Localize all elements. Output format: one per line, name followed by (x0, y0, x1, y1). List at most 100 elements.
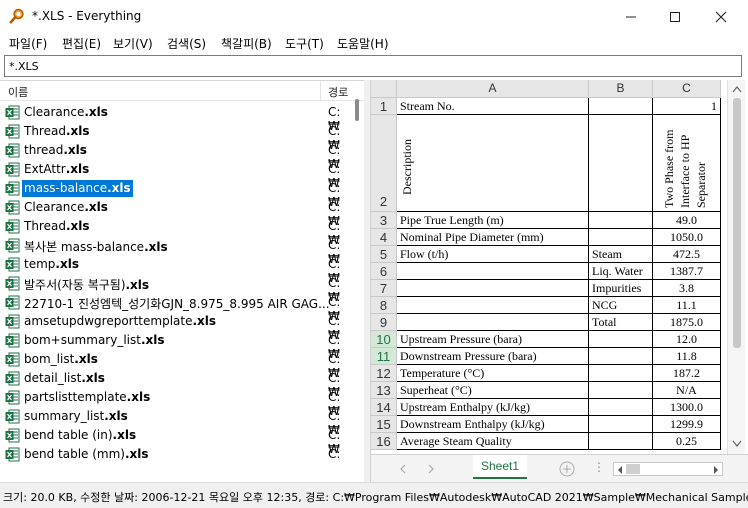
row-header[interactable]: 12 (371, 365, 397, 382)
maximize-button[interactable] (652, 0, 698, 33)
scroll-right-icon[interactable] (712, 465, 720, 475)
sheet-cell[interactable]: 472.5 (653, 246, 721, 263)
menu-tools[interactable]: 도구(T) (285, 35, 324, 52)
column-name-header[interactable]: 이름 (8, 84, 28, 100)
sheet-cell[interactable]: 187.2 (653, 365, 721, 382)
row-header[interactable]: 3 (371, 212, 397, 229)
list-item[interactable]: summary_list.xls C:₩ (0, 407, 352, 437)
sheet-cell[interactable]: Total (589, 314, 653, 331)
row-header[interactable]: 9 (371, 314, 397, 331)
sheet-cell[interactable] (589, 433, 653, 450)
row-header[interactable]: 8 (371, 297, 397, 314)
sheet-cell[interactable]: 1875.0 (653, 314, 721, 331)
sheet-cell[interactable]: 1300.0 (653, 399, 721, 416)
sheet-cell[interactable]: Downstream Enthalpy (kJ/kg) (397, 416, 589, 433)
menu-search[interactable]: 검색(S) (167, 35, 206, 52)
list-item[interactable]: temp.xls C:₩ (0, 255, 352, 285)
sheet-cell[interactable] (589, 331, 653, 348)
row-header[interactable]: 5 (371, 246, 397, 263)
sheet-cell[interactable]: 12.0 (653, 331, 721, 348)
sheet-cell[interactable] (589, 98, 653, 115)
vertical-scrollbar-thumb[interactable] (355, 99, 359, 121)
select-all-corner[interactable] (371, 80, 397, 98)
sheet-cell[interactable]: Nominal Pipe Diameter (mm) (397, 229, 589, 246)
sheet-cell[interactable]: N/A (653, 382, 721, 399)
sheet-cell[interactable]: Upstream Pressure (bara) (397, 331, 589, 348)
row-header[interactable]: 16 (371, 433, 397, 450)
list-item[interactable]: Thread.xls C:₩ (0, 122, 352, 152)
sheet-cell[interactable] (397, 263, 589, 280)
sheet-cell[interactable]: Two Phase from Interface to HP Separator (653, 115, 721, 212)
sheet-cell[interactable] (589, 416, 653, 433)
column-header-c[interactable]: C (653, 80, 721, 98)
sheet-cell[interactable]: Pipe True Length (m) (397, 212, 589, 229)
list-item[interactable]: 22710-1 진성엠텍_성기화GJN_8.975_8.995 AIR GAG.… (0, 293, 352, 323)
row-header[interactable]: 15 (371, 416, 397, 433)
tab-prev-icon[interactable] (399, 464, 407, 474)
sheet-cell[interactable]: Liq. Water (589, 263, 653, 280)
sheet-cell[interactable]: Impurities (589, 280, 653, 297)
sheet-cell[interactable] (589, 212, 653, 229)
row-header[interactable]: 11 (371, 348, 397, 365)
close-button[interactable] (698, 0, 744, 33)
row-header[interactable]: 2 (371, 115, 397, 212)
sheet-cell[interactable]: 11.1 (653, 297, 721, 314)
menu-bookmarks[interactable]: 책갈피(B) (221, 35, 272, 52)
row-header[interactable]: 7 (371, 280, 397, 297)
list-item[interactable]: ExtAttr.xls C:₩ (0, 160, 352, 190)
sheet-cell[interactable]: Average Steam Quality (397, 433, 589, 450)
column-header-a[interactable]: A (397, 80, 589, 98)
list-item[interactable]: 발주서(자동 복구됨).xls C:₩ (0, 274, 352, 304)
list-item[interactable]: bend table (mm).xls C:₩ (0, 445, 352, 462)
sheet-cell[interactable] (589, 365, 653, 382)
sheet-cell[interactable] (397, 297, 589, 314)
sheet-cell[interactable] (589, 348, 653, 365)
sheet-cell[interactable]: 1050.0 (653, 229, 721, 246)
sheet-cell[interactable]: 3.8 (653, 280, 721, 297)
row-header[interactable]: 6 (371, 263, 397, 280)
scroll-down-icon[interactable] (732, 440, 742, 448)
sheet-cell[interactable] (589, 229, 653, 246)
column-divider[interactable] (320, 81, 321, 101)
sheet-cell[interactable]: NCG (589, 297, 653, 314)
sheet-cell[interactable]: 1299.9 (653, 416, 721, 433)
sheet-cell[interactable]: Description (397, 115, 589, 212)
tab-next-icon[interactable] (427, 464, 435, 474)
sheet-cell[interactable]: 11.8 (653, 348, 721, 365)
menu-edit[interactable]: 편집(E) (62, 35, 101, 52)
sheet-cell[interactable]: Upstream Enthalpy (kJ/kg) (397, 399, 589, 416)
column-header-b[interactable]: B (589, 80, 653, 98)
list-item[interactable]: bend table (in).xls C:₩ (0, 426, 352, 456)
sheet-cell[interactable]: Temperature (°C) (397, 365, 589, 382)
scroll-up-icon[interactable] (732, 85, 742, 93)
sheet-cell[interactable]: Flow (t/h) (397, 246, 589, 263)
minimize-button[interactable] (608, 0, 654, 33)
sheet-cell[interactable]: 1387.7 (653, 263, 721, 280)
column-path-header[interactable]: 경로 (328, 84, 348, 100)
scroll-left-icon[interactable] (616, 465, 624, 475)
row-header[interactable]: 1 (371, 98, 397, 115)
menu-view[interactable]: 보기(V) (113, 35, 153, 52)
list-item[interactable]: bom_list.xls C:₩ (0, 350, 352, 380)
sheet-cell[interactable]: 49.0 (653, 212, 721, 229)
sheet-cell[interactable]: Downstream Pressure (bara) (397, 348, 589, 365)
list-item[interactable]: mass-balance.xls C:₩ (0, 179, 352, 209)
list-item[interactable]: partslisttemplate.xls C:₩ (0, 388, 352, 418)
row-header[interactable]: 13 (371, 382, 397, 399)
search-input[interactable] (4, 55, 742, 77)
sheet-tab-sheet1[interactable]: Sheet1 (473, 455, 527, 479)
menu-help[interactable]: 도움말(H) (337, 35, 389, 52)
list-item[interactable]: Clearance.xls C:₩ (0, 103, 352, 133)
sheet-cell[interactable]: Superheat (°C) (397, 382, 589, 399)
list-item[interactable]: detail_list.xls C:₩ (0, 369, 352, 399)
list-item[interactable]: Thread.xls C:₩ (0, 217, 352, 247)
sheet-cell[interactable]: Steam (589, 246, 653, 263)
sheet-hscroll-thumb[interactable] (626, 464, 640, 474)
sheet-horizontal-scrollbar[interactable] (613, 462, 723, 476)
row-header[interactable]: 4 (371, 229, 397, 246)
sheet-cell[interactable]: Stream No. (397, 98, 589, 115)
row-header[interactable]: 10 (371, 331, 397, 348)
sheet-cell[interactable]: 0.25 (653, 433, 721, 450)
list-item[interactable]: bom+summary_list.xls C:₩ (0, 331, 352, 361)
sheet-cell[interactable]: 1 (653, 98, 721, 115)
